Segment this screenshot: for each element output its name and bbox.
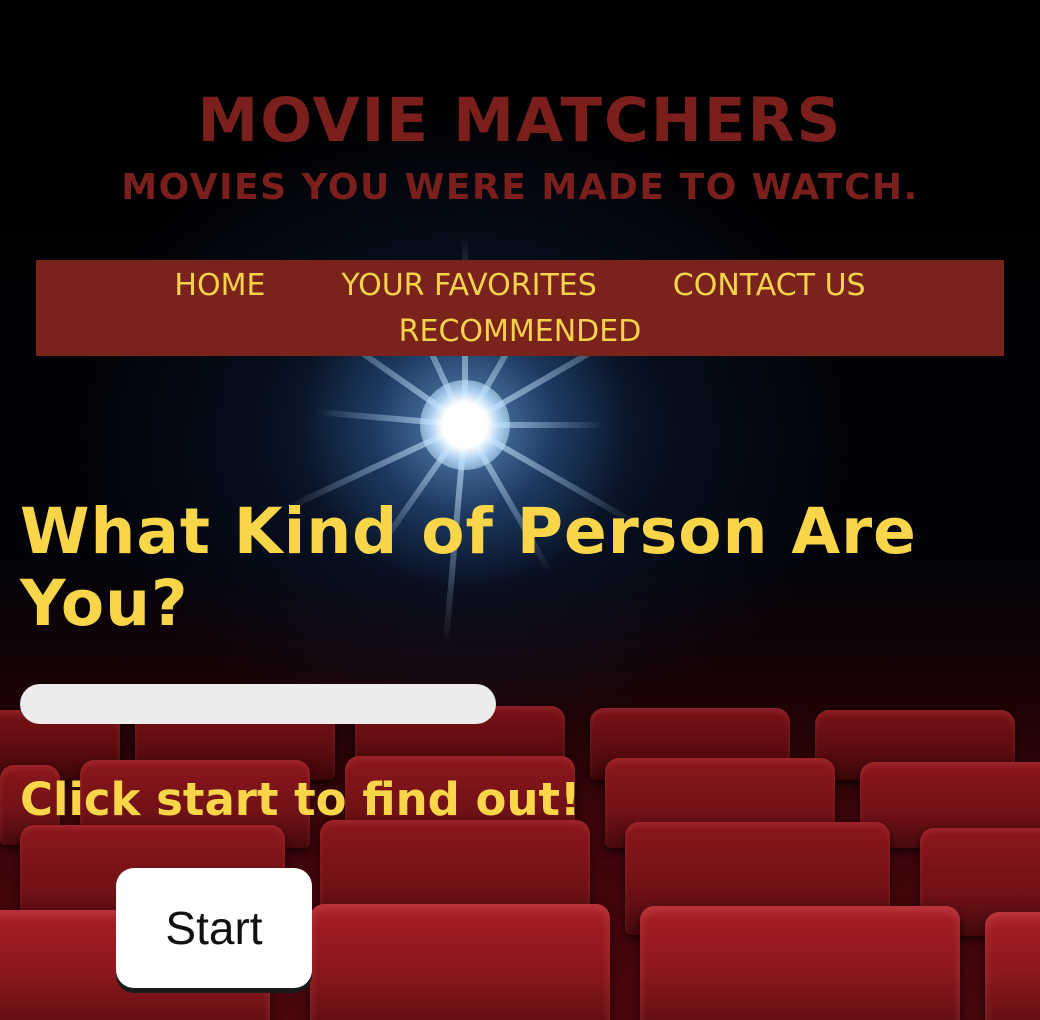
nav-item-your-favorites[interactable]: YOUR FAVORITES (341, 266, 596, 310)
quiz-progress-bar (20, 684, 496, 724)
start-button[interactable]: Start (116, 868, 312, 988)
quiz-prompt: Click start to find out! (20, 773, 581, 826)
site-title: MOVIE MATCHERS (197, 85, 843, 156)
quiz-heading: What Kind of Person Are You? (20, 495, 917, 640)
site-tagline: MOVIES YOU WERE MADE TO WATCH. (121, 167, 919, 208)
nav-item-contact-us[interactable]: CONTACT US (673, 266, 866, 310)
nav-item-recommended[interactable]: RECOMMENDED (399, 312, 642, 356)
main-nav: HOME YOUR FAVORITES CONTACT US RECOMMEND… (36, 260, 1004, 356)
nav-item-home[interactable]: HOME (174, 266, 265, 310)
